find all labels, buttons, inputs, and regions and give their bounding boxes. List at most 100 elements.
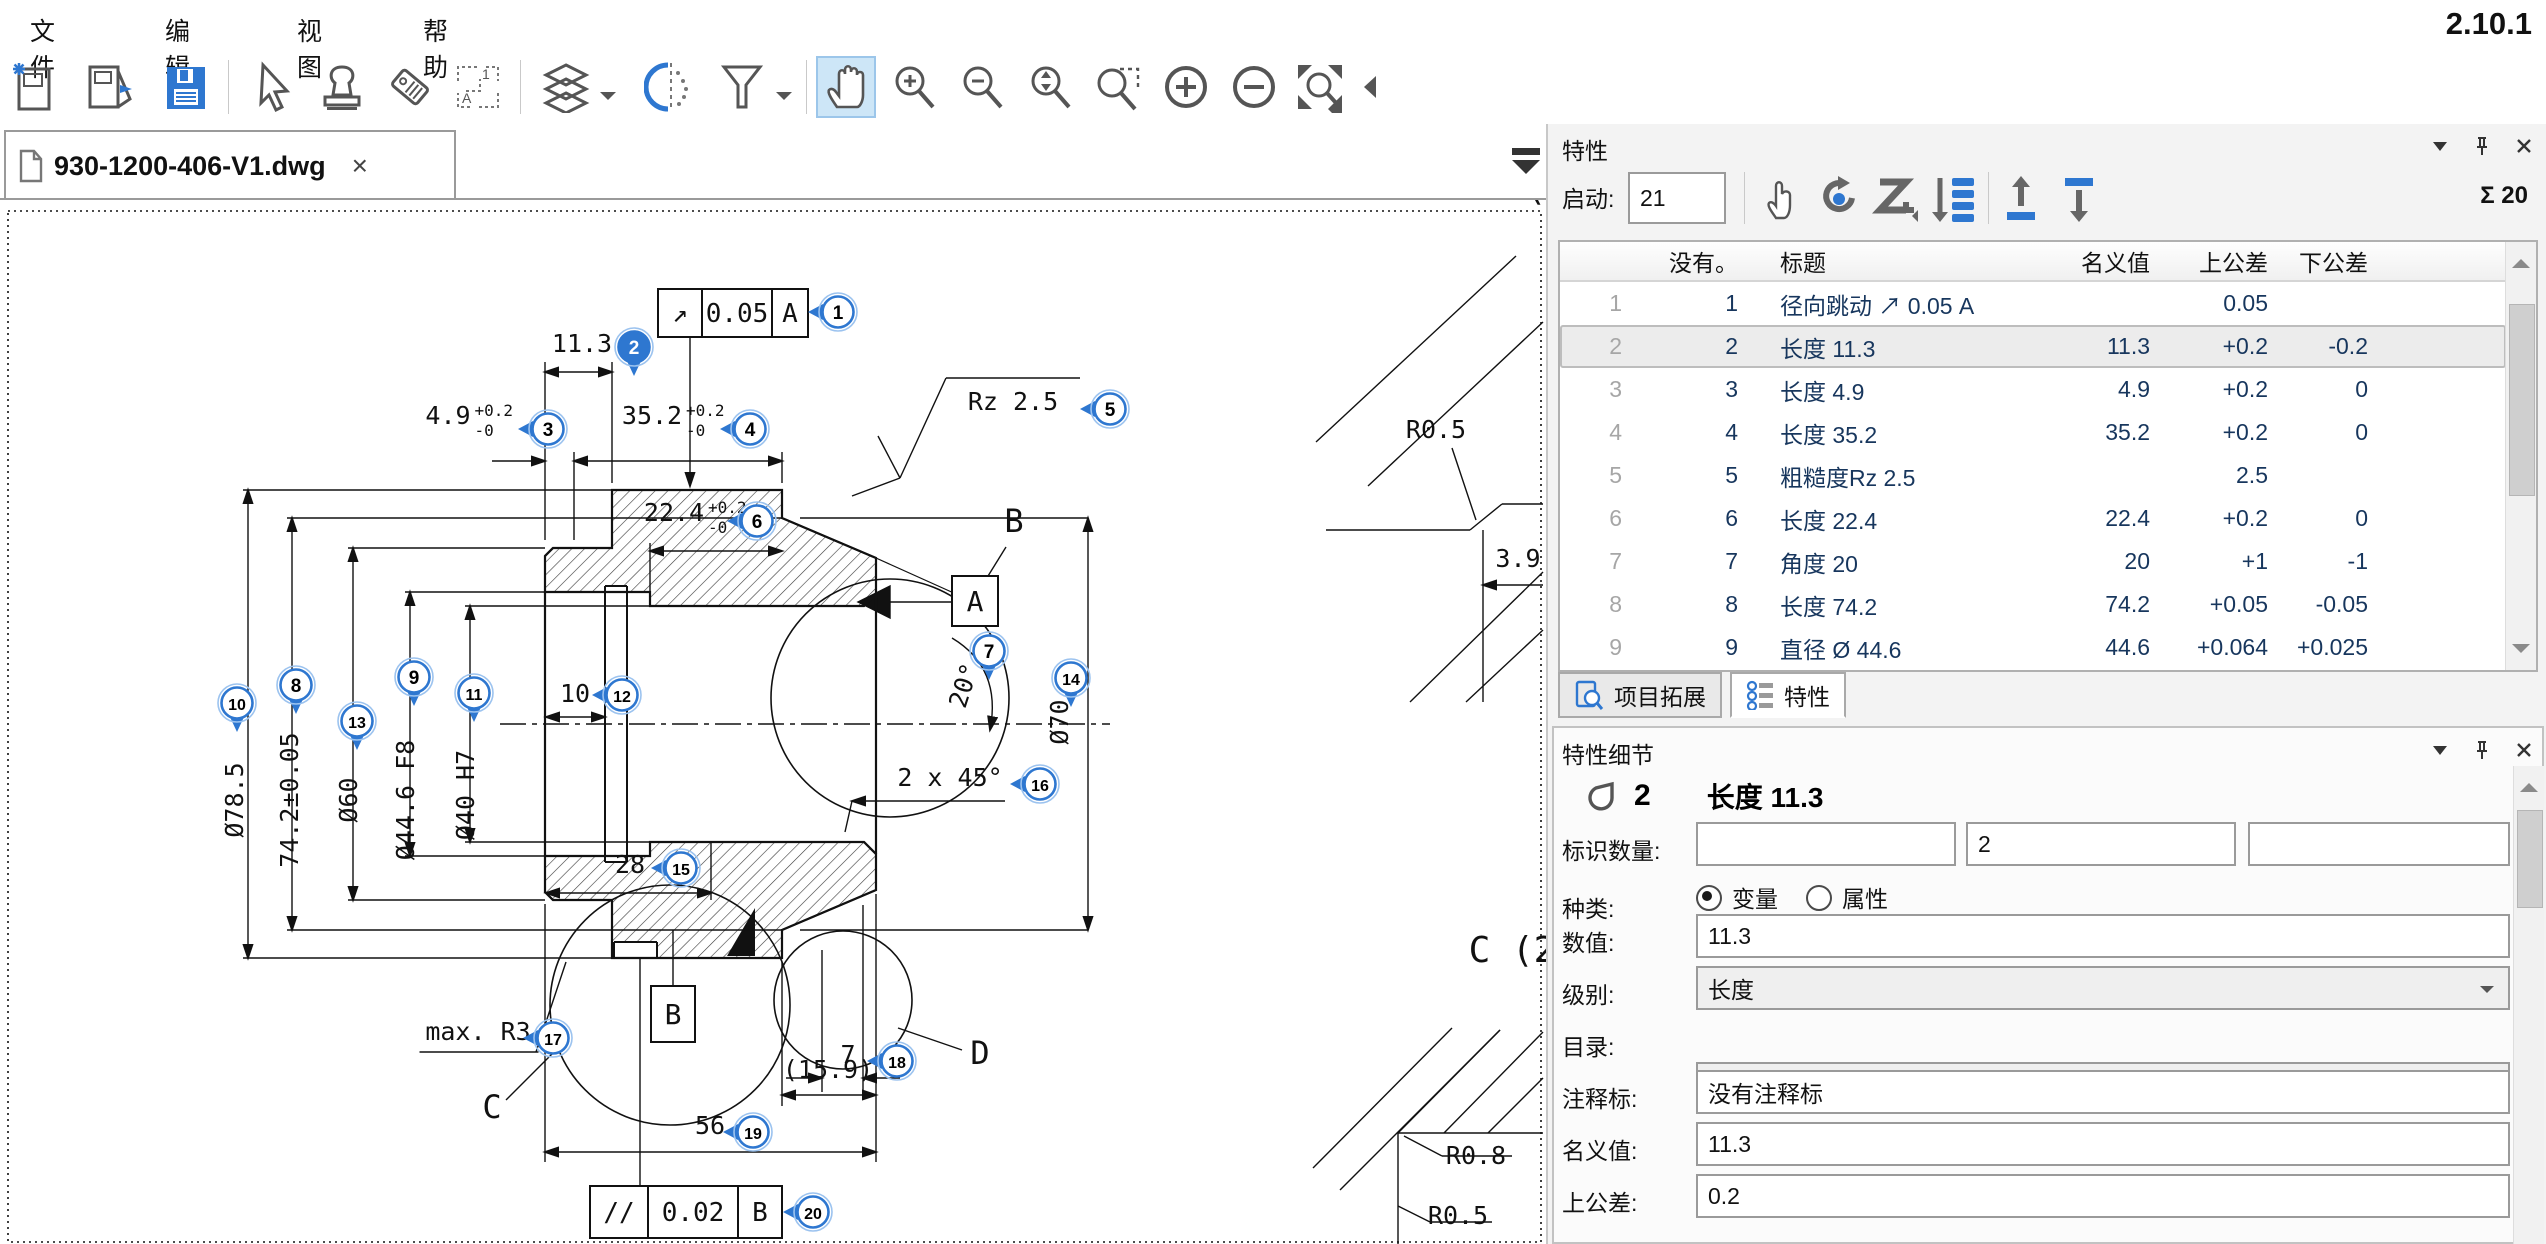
properties-toolbar [1756,172,2105,224]
dim-text: Ø40 H7 [451,750,480,840]
filter-chevron-icon[interactable] [776,92,792,108]
dim-text: C (2 [1469,930,1546,971]
dim-text: 11.3 [552,329,612,358]
svg-text:13: 13 [348,715,366,732]
table-row-1[interactable]: 11径向跳动 ↗ 0.05 A0.05 [1560,282,2506,325]
field-label-5: 注释标: [1562,1080,1637,1114]
tag-tool-button[interactable] [382,58,438,116]
pick-balloon-button[interactable] [1756,172,1806,224]
start-number-input[interactable]: 21 [1628,172,1726,224]
scroll-thumb[interactable] [2509,304,2535,496]
details-panel-title: 特性细节 [1562,736,1654,770]
panel-menu-chevron-icon[interactable] [2432,744,2448,756]
id-quantity-input-0[interactable] [1696,822,1956,866]
tab-overflow-button[interactable] [1510,146,1542,185]
toolbar-separator [520,60,521,114]
tab-project-expand[interactable]: 项目拓展 [1558,672,1722,718]
svg-text:1: 1 [482,66,490,82]
field-5-input[interactable]: 没有注释标 [1696,1070,2510,1114]
table-row-8[interactable]: 88长度 74.274.2+0.05-0.05 [1560,583,2506,626]
svg-text:-0: -0 [475,421,494,440]
renumber-z-button[interactable] [1872,172,1922,224]
table-row-2[interactable]: 22长度 11.311.3+0.2-0.2 [1560,325,2506,368]
close-icon[interactable] [2516,742,2532,758]
svg-text:2: 2 [629,338,640,359]
svg-text:3: 3 [543,420,554,441]
reorder-list-button[interactable] [1930,172,1980,224]
table-row-6[interactable]: 66长度 22.422.4+0.20 [1560,497,2506,540]
field-6-input[interactable]: 11.3 [1696,1122,2510,1166]
field-label-4: 目录: [1562,1028,1614,1062]
table-row-5[interactable]: 55粗糙度Rz 2.52.5 [1560,454,2506,497]
field-3-select[interactable]: 长度 [1696,966,2510,1010]
table-row-7[interactable]: 77角度 2020+1-1 [1560,540,2506,583]
svg-text:1: 1 [833,303,844,324]
details-panel-controls [2432,740,2532,760]
svg-text:+0.2: +0.2 [686,401,725,420]
table-row-9[interactable]: 99直径 Ø 44.644.6+0.064+0.025 [1560,626,2506,669]
move-bottom-button[interactable] [2055,172,2105,224]
radio-label: 变量 [1732,886,1778,912]
open-file-button[interactable] [84,58,140,116]
select-tool-button[interactable] [246,58,302,116]
radio-变量[interactable] [1696,885,1722,911]
document-icon [18,149,44,183]
dim-text: 3.9 [1495,544,1540,573]
characteristics-table[interactable]: 没有。标题名义值上公差下公差11径向跳动 ↗ 0.05 A0.0522长度 11… [1558,240,2538,672]
scroll-thumb[interactable] [2517,810,2543,908]
svg-text://: // [603,1198,634,1228]
new-file-button[interactable] [8,58,64,116]
dim-text: D [970,1034,989,1072]
toolbar-separator [806,60,807,114]
project-expand-icon [1574,680,1604,710]
table-row-3[interactable]: 33长度 4.94.9+0.20 [1560,368,2506,411]
panel-menu-chevron-icon[interactable] [2432,140,2448,152]
pin-icon[interactable] [2474,740,2490,760]
field-label-1: 种类: [1562,890,1614,924]
stamp-tool-button[interactable] [314,58,370,116]
id-quantity-input-1[interactable]: 2 [1966,822,2236,866]
zoom-dynamic-tool-button[interactable] [1022,58,1078,116]
table-row-4[interactable]: 44长度 35.235.2+0.20 [1560,411,2506,454]
field-7-input[interactable]: 0.2 [1696,1174,2510,1218]
close-icon[interactable] [2516,138,2532,154]
decrease-button[interactable] [1226,58,1282,116]
zoom-in-tool-button[interactable] [886,58,942,116]
svg-text:14: 14 [1062,672,1080,689]
field-2-input[interactable]: 11.3 [1696,914,2510,958]
dim-text: 74.2±0.05 [275,732,304,867]
region-balloon-tool-button[interactable]: 1A [450,58,506,116]
zoom-window-tool-button[interactable] [1090,58,1146,116]
move-top-button[interactable] [1997,172,2047,224]
renumber-rotate-button[interactable] [1814,172,1864,224]
filter-button[interactable] [714,58,770,116]
zoom-fit-button[interactable] [1292,58,1348,116]
datum-label-A: A [952,576,998,626]
svg-text:12: 12 [613,689,631,706]
tab-close-icon[interactable]: × [352,150,368,182]
dim-text: 28 [615,850,645,879]
pan-tool-button[interactable] [818,58,874,116]
scroll-up-icon[interactable] [2512,250,2530,268]
table-scrollbar[interactable] [2505,242,2536,670]
svg-text:A: A [462,90,472,106]
drawing-canvas[interactable]: 11.34.9+0.2-035.2+0.2-022.4+0.2-0Rz 2.5Ø… [0,200,1546,1244]
svg-text:B: B [665,998,682,1031]
document-tab[interactable]: 930-1200-406-V1.dwg × [4,130,456,200]
radio-属性[interactable] [1806,885,1832,911]
toolbar-collapse-button[interactable] [1356,58,1382,116]
layers-chevron-icon[interactable] [600,92,616,108]
pin-icon[interactable] [2474,136,2490,156]
zoom-out-tool-button[interactable] [954,58,1010,116]
scroll-down-icon[interactable] [2512,644,2530,662]
save-button[interactable] [158,58,214,116]
dim-text: 35.2 [622,401,682,430]
svg-text:0.05: 0.05 [706,299,769,329]
tab-characteristics[interactable]: 特性 [1730,672,1846,718]
details-scrollbar[interactable] [2513,766,2544,1244]
increase-button[interactable] [1158,58,1214,116]
id-quantity-input-2[interactable] [2248,822,2510,866]
layers-button[interactable] [538,58,594,116]
scroll-up-icon[interactable] [2520,774,2538,792]
mirror-tool-button[interactable] [642,58,698,116]
